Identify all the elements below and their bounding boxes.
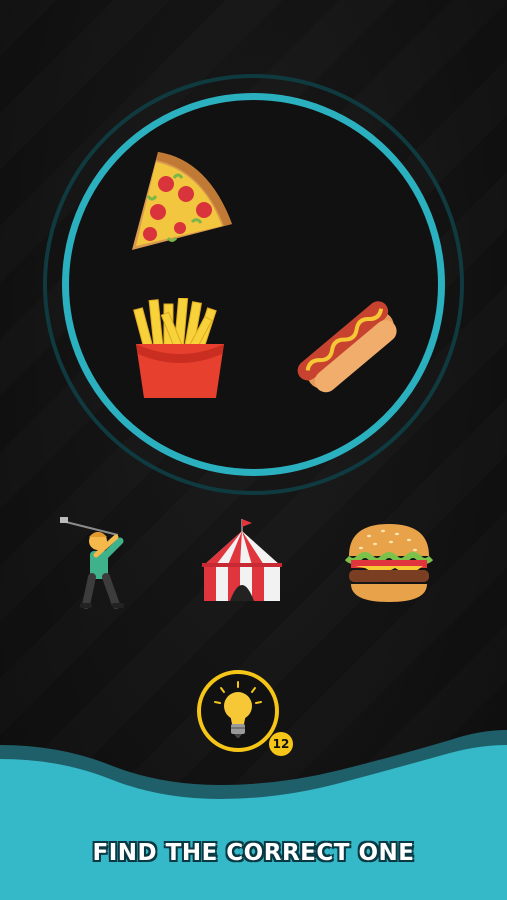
- golfer-icon[interactable]: [58, 515, 140, 609]
- fries-icon: [133, 298, 224, 398]
- hamburger-icon[interactable]: [345, 520, 433, 606]
- hotdog-icon: [297, 301, 397, 393]
- pizza-icon: [132, 152, 232, 250]
- instruction-text: FIND THE CORRECT ONE: [92, 840, 415, 866]
- wave-footer: [0, 730, 507, 900]
- circus-tent-icon[interactable]: [198, 517, 286, 605]
- clue-circle: [62, 93, 445, 476]
